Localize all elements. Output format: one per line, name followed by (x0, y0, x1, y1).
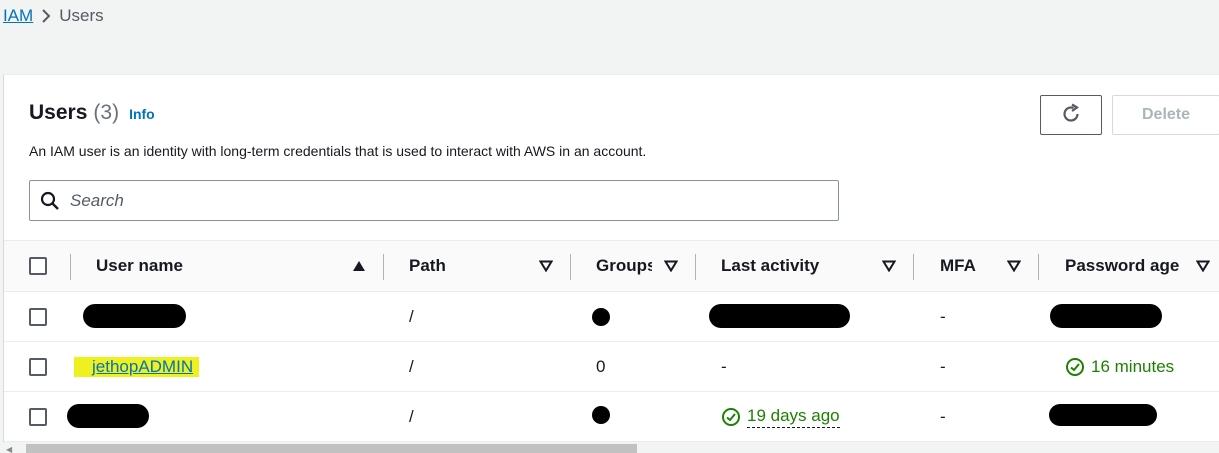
scrollbar-thumb[interactable] (26, 444, 637, 453)
path-cell: / (409, 356, 414, 376)
mfa-cell: - (940, 306, 946, 326)
users-table: User name Path Groups Last activity MFA (4, 240, 1219, 442)
sort-down-icon[interactable] (664, 241, 678, 291)
user-name-cell: jethopADMIN (74, 342, 200, 391)
chevron-right-icon (33, 6, 59, 26)
breadcrumb-current: Users (59, 6, 104, 25)
redacted-password-age (1050, 304, 1162, 328)
sort-down-icon[interactable] (1196, 241, 1210, 291)
sort-down-icon[interactable] (539, 241, 553, 291)
sort-down-icon[interactable] (882, 241, 896, 291)
path-cell: / (409, 306, 414, 326)
sort-down-icon[interactable] (1007, 241, 1021, 291)
mfa-cell: - (940, 406, 946, 426)
table-row: / - (4, 292, 1219, 342)
table-row: / 19 days ago - (4, 392, 1219, 442)
select-all-checkbox[interactable] (29, 241, 47, 291)
panel-header: Users (3) Info (29, 101, 155, 125)
redacted-password-age (1049, 404, 1157, 426)
row-checkbox[interactable] (29, 292, 47, 341)
user-name-link[interactable]: jethopADMIN (74, 356, 200, 377)
redacted-user-name (67, 404, 149, 428)
column-header-password-age[interactable]: Password age (1065, 241, 1179, 291)
page-title: Users (29, 101, 88, 124)
mfa-cell: - (940, 356, 946, 376)
breadcrumb-iam-link[interactable]: IAM (3, 6, 33, 26)
sort-ascending-icon[interactable] (352, 241, 366, 291)
column-header-groups[interactable]: Groups (596, 241, 652, 291)
redacted-last-activity (709, 304, 850, 328)
breadcrumb: IAM Users (3, 4, 104, 28)
password-age-text: 16 minutes (1091, 356, 1175, 376)
last-activity-text[interactable]: 19 days ago (747, 406, 840, 428)
last-activity-cell: - (721, 356, 727, 376)
refresh-icon (1060, 103, 1082, 128)
table-header: User name Path Groups Last activity MFA (4, 240, 1219, 292)
check-circle-icon (1066, 357, 1084, 376)
search-input[interactable]: Search (70, 191, 124, 211)
users-count: (3) (93, 101, 120, 124)
column-header-mfa[interactable]: MFA (940, 241, 976, 291)
groups-cell: 0 (596, 356, 606, 376)
column-header-path[interactable]: Path (409, 241, 446, 291)
path-cell: / (409, 406, 414, 426)
check-circle-icon (722, 407, 740, 426)
column-header-last-activity[interactable]: Last activity (721, 241, 819, 291)
groups-redacted (592, 292, 610, 341)
row-checkbox[interactable] (29, 392, 47, 441)
scroll-left-icon[interactable]: ◀ (6, 445, 12, 453)
password-age-cell: 16 minutes (1065, 342, 1174, 391)
page-description: An IAM user is an identity with long-ter… (29, 143, 647, 159)
delete-button[interactable]: Delete (1112, 95, 1219, 135)
groups-redacted (592, 392, 610, 441)
refresh-button[interactable] (1040, 95, 1102, 135)
column-header-user-name[interactable]: User name (96, 241, 183, 291)
users-panel: Users (3) Info An IAM user is an identit… (3, 74, 1219, 453)
table-row: jethopADMIN / 0 - - 16 minutes (4, 342, 1219, 392)
search-field[interactable]: Search (29, 180, 839, 221)
last-activity-cell: 19 days ago (721, 392, 840, 441)
row-checkbox[interactable] (29, 342, 47, 391)
info-link[interactable]: Info (129, 106, 155, 122)
search-icon (40, 191, 60, 211)
redacted-user-name (83, 304, 186, 328)
